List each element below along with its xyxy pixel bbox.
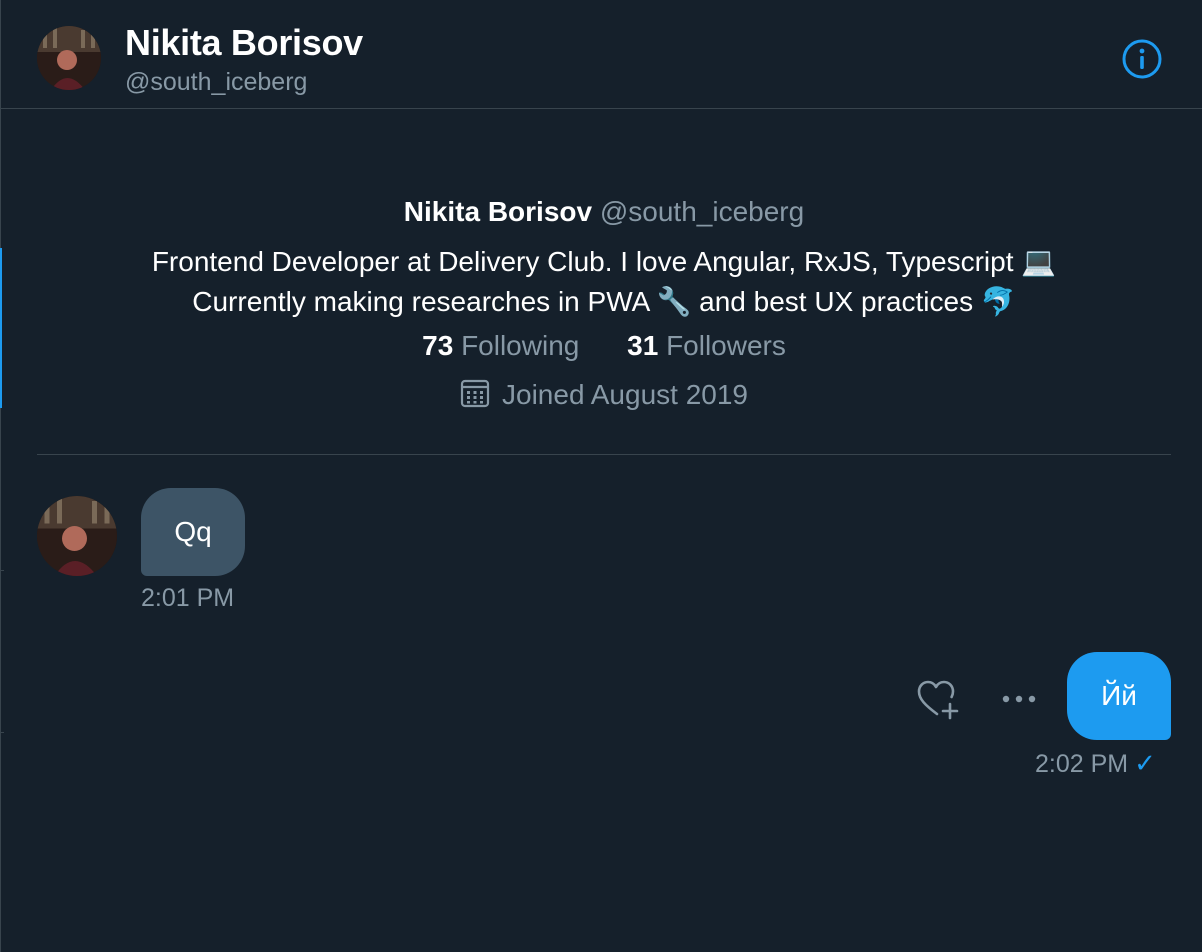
- bio-line: Currently making researches in PWA 🔧 and…: [37, 282, 1171, 322]
- profile-stats: 73 Following 31 Followers: [37, 330, 1171, 362]
- followers-label: Followers: [666, 330, 786, 361]
- bio-line: Frontend Developer at Delivery Club. I l…: [37, 242, 1171, 282]
- profile-handle: @south_iceberg: [599, 196, 805, 227]
- following-link[interactable]: 73 Following: [422, 330, 579, 362]
- bio-text: Currently making researches in PWA: [192, 286, 649, 317]
- dm-conversation: Nikita Borisov @south_iceberg Nikita Bor…: [0, 0, 1202, 952]
- laptop-icon: 💻: [1021, 246, 1057, 277]
- following-label: Following: [461, 330, 580, 361]
- heart-plus-icon[interactable]: [915, 678, 961, 720]
- wrench-icon: 🔧: [656, 286, 692, 317]
- joined-date: Joined August 2019: [37, 378, 1171, 411]
- avatar[interactable]: [37, 26, 101, 90]
- calendar-icon: [460, 379, 490, 408]
- joined-text: Joined August 2019: [502, 379, 748, 410]
- left-edge-accent: [0, 248, 2, 408]
- message-time: 2:01 PM: [141, 584, 235, 612]
- info-icon[interactable]: [1121, 38, 1163, 80]
- profile-bio: Frontend Developer at Delivery Club. I l…: [37, 242, 1171, 322]
- dolphin-icon: 🐬: [980, 286, 1016, 317]
- checkmark-icon: ✓: [1134, 748, 1156, 778]
- profile-summary[interactable]: Nikita Borisov @south_iceberg Frontend D…: [37, 108, 1171, 455]
- message-bubble-incoming[interactable]: Qq: [141, 488, 245, 576]
- message-time-outgoing: 2:02 PM ✓: [1035, 748, 1156, 779]
- followers-link[interactable]: 31 Followers: [627, 330, 786, 362]
- header-name[interactable]: Nikita Borisov: [125, 22, 363, 64]
- followers-count: 31: [627, 330, 659, 361]
- header-handle: @south_iceberg: [125, 68, 308, 96]
- profile-name-line: Nikita Borisov @south_iceberg: [37, 196, 1171, 228]
- left-edge-tick: [1, 732, 4, 733]
- bio-text: and best UX practices: [699, 286, 974, 317]
- message-time: 2:02 PM: [1035, 750, 1129, 778]
- avatar[interactable]: [37, 496, 117, 576]
- following-count: 73: [422, 330, 454, 361]
- more-horizontal-icon[interactable]: [997, 686, 1041, 712]
- message-bubble-outgoing[interactable]: Йй: [1067, 652, 1171, 740]
- profile-name[interactable]: Nikita Borisov: [404, 196, 592, 227]
- bio-text: Frontend Developer at Delivery Club. I l…: [151, 246, 1014, 277]
- conversation-header: Nikita Borisov @south_iceberg: [1, 0, 1202, 109]
- left-edge-tick: [1, 570, 4, 571]
